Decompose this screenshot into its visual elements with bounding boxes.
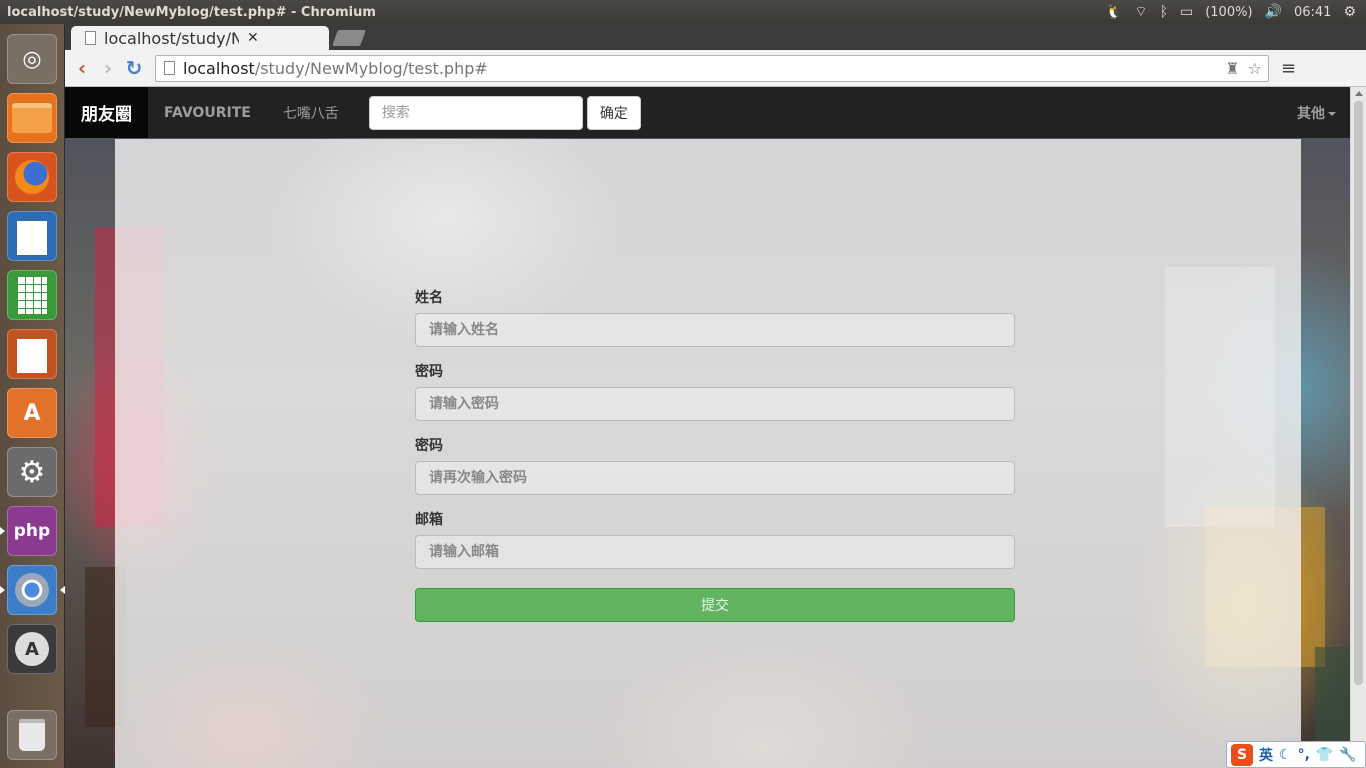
page-icon bbox=[85, 31, 96, 45]
wifi-icon[interactable]: ⌔ bbox=[1134, 3, 1147, 21]
window-title: localhost/study/NewMyblog/test.php# - Ch… bbox=[7, 4, 376, 20]
page-icon bbox=[164, 61, 175, 75]
name-label: 姓名 bbox=[415, 290, 443, 306]
tab-active[interactable]: localhost/study/N ✕ bbox=[71, 26, 329, 50]
email-input[interactable] bbox=[415, 535, 1015, 569]
submit-button[interactable]: 提交 bbox=[415, 588, 1015, 622]
impress-icon[interactable] bbox=[7, 329, 57, 379]
other-dropdown[interactable]: 其他 bbox=[1297, 103, 1336, 123]
system-settings-icon[interactable]: ⚙ bbox=[7, 447, 57, 497]
system-tray: 🐧 ⌔ ᛒ ▭ (100%) 🔊 06:41 ⚙ bbox=[1105, 3, 1366, 21]
clock[interactable]: 06:41 bbox=[1294, 5, 1331, 20]
scroll-thumb[interactable] bbox=[1354, 101, 1363, 685]
chromium-icon[interactable] bbox=[7, 565, 57, 615]
page-scrollbar[interactable] bbox=[1350, 87, 1366, 768]
tab-title: localhost/study/N bbox=[104, 28, 239, 48]
site-navbar: 朋友圈 FAVOURITE 七嘴八舌 确定 其他 bbox=[65, 87, 1350, 138]
password-confirm-label: 密码 bbox=[415, 438, 443, 454]
shirt-icon[interactable]: 👕 bbox=[1316, 747, 1333, 763]
url-host: localhost bbox=[183, 58, 255, 78]
bluetooth-icon[interactable]: ᛒ bbox=[1160, 4, 1168, 20]
php-icon[interactable]: php bbox=[7, 506, 57, 556]
browser-toolbar: ‹ › ↻ localhost/study/NewMyblog/test.php… bbox=[65, 50, 1366, 87]
volume-icon[interactable]: 🔊 bbox=[1265, 4, 1282, 20]
url-path: /study/NewMyblog/test.php# bbox=[254, 58, 488, 78]
form-group-email: 邮箱 bbox=[415, 510, 1015, 569]
input-method-bar[interactable]: S 英 ☾ °, 👕 🔧 bbox=[1226, 741, 1366, 768]
moon-icon[interactable]: ☾ bbox=[1279, 747, 1292, 763]
other-dropdown-label: 其他 bbox=[1297, 105, 1325, 122]
search-input[interactable] bbox=[368, 95, 583, 130]
scroll-up-arrow-icon[interactable] bbox=[1355, 91, 1363, 96]
wrench-icon[interactable]: 🔧 bbox=[1339, 747, 1356, 763]
power-gear-icon[interactable]: ⚙ bbox=[1343, 4, 1356, 20]
software-updater-icon[interactable]: A bbox=[7, 624, 57, 674]
writer-icon[interactable] bbox=[7, 211, 57, 261]
sogou-logo-icon[interactable]: S bbox=[1231, 743, 1253, 766]
nav-link-chat[interactable]: 七嘴八舌 bbox=[267, 103, 355, 123]
punctuation-icon[interactable]: °, bbox=[1298, 747, 1310, 763]
running-indicator bbox=[0, 527, 5, 535]
form-group-password: 密码 bbox=[415, 362, 1015, 421]
launcher: ◎ A ⚙ php A bbox=[0, 24, 65, 768]
os-top-panel: localhost/study/NewMyblog/test.php# - Ch… bbox=[0, 0, 1366, 24]
form-group-password-confirm: 密码 bbox=[415, 436, 1015, 495]
hamburger-menu-icon[interactable]: ≡ bbox=[1281, 58, 1296, 79]
password-confirm-input[interactable] bbox=[415, 461, 1015, 495]
password-label: 密码 bbox=[415, 364, 443, 380]
tab-strip: localhost/study/N ✕ bbox=[65, 24, 1366, 50]
close-tab-icon[interactable]: ✕ bbox=[247, 30, 259, 46]
search-form: 确定 bbox=[368, 95, 641, 130]
ime-mode[interactable]: 英 bbox=[1259, 745, 1273, 765]
battery-percent: (100%) bbox=[1205, 4, 1253, 20]
firefox-icon[interactable] bbox=[7, 152, 57, 202]
new-tab-button[interactable] bbox=[332, 30, 366, 46]
password-input[interactable] bbox=[415, 387, 1015, 421]
files-icon[interactable] bbox=[7, 93, 57, 143]
dash-icon[interactable]: ◎ bbox=[7, 34, 57, 84]
bookmark-star-icon[interactable]: ☆ bbox=[1248, 59, 1262, 78]
reload-icon[interactable]: ↻ bbox=[121, 56, 147, 80]
calc-icon[interactable] bbox=[7, 270, 57, 320]
caret-down-icon bbox=[1328, 111, 1336, 116]
form-group-name: 姓名 bbox=[415, 288, 1015, 347]
trash-icon[interactable] bbox=[7, 710, 57, 760]
email-label: 邮箱 bbox=[415, 512, 443, 528]
battery-icon[interactable]: ▭ bbox=[1180, 4, 1193, 20]
back-arrow-icon[interactable]: ‹ bbox=[69, 56, 95, 80]
qq-penguin-icon[interactable]: 🐧 bbox=[1105, 4, 1122, 20]
brand-logo[interactable]: 朋友圈 bbox=[65, 87, 148, 138]
running-indicator bbox=[0, 586, 5, 594]
forward-arrow-icon[interactable]: › bbox=[95, 56, 121, 80]
software-center-icon[interactable]: A bbox=[7, 388, 57, 438]
register-form: 姓名 密码 密码 邮箱 提交 bbox=[415, 288, 1015, 622]
page-viewport: 朋友圈 FAVOURITE 七嘴八舌 确定 其他 姓名 密码 密码 邮箱 提交 bbox=[65, 87, 1350, 768]
name-input[interactable] bbox=[415, 313, 1015, 347]
nav-link-favourite[interactable]: FAVOURITE bbox=[148, 105, 267, 121]
extension-icon[interactable]: ♜ bbox=[1225, 59, 1239, 78]
search-submit-button[interactable]: 确定 bbox=[586, 95, 641, 130]
address-bar[interactable]: localhost/study/NewMyblog/test.php# ♜ ☆ bbox=[155, 54, 1269, 82]
